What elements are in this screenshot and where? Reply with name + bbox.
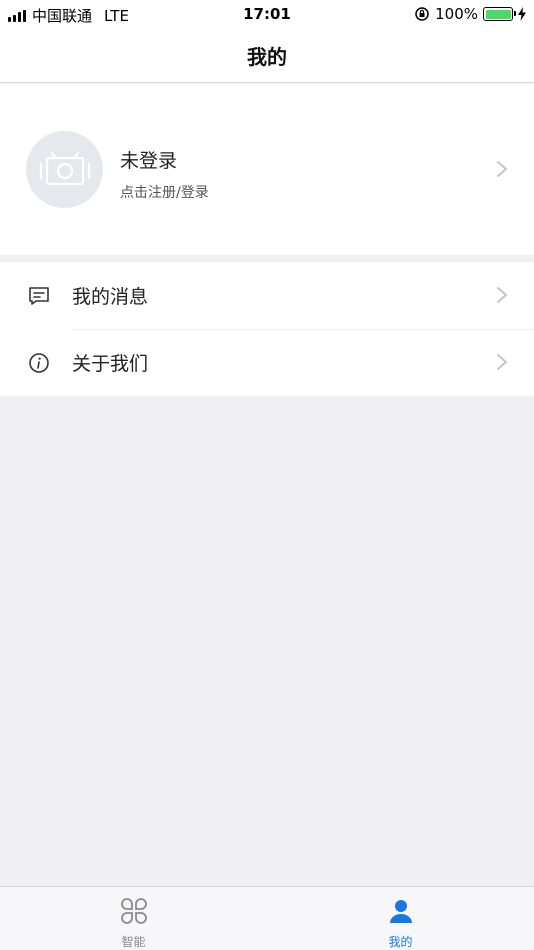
avatar[interactable] [26, 131, 103, 208]
person-icon [389, 900, 412, 923]
info-icon [29, 353, 49, 373]
nav-bar: 我的 [0, 28, 534, 83]
profile-name: 未登录 [120, 150, 178, 172]
status-right: 100% [414, 5, 526, 23]
grid-icon [120, 898, 147, 924]
battery-icon [483, 7, 516, 21]
chevron-right-icon [497, 287, 507, 303]
rotation-lock-icon [415, 7, 429, 21]
profile-login-hint[interactable]: 点击注册/登录 [120, 182, 209, 202]
status-bar: 中国联通 LTE 17:01 100% [0, 0, 534, 28]
menu-item-label: 我的消息 [72, 286, 149, 308]
page-title: 我的 [247, 44, 287, 69]
tab-label: 我的 [388, 935, 413, 949]
battery-percent: 100% [435, 5, 478, 23]
tab-mine[interactable]: 我的 [267, 887, 534, 950]
charging-icon [518, 7, 526, 21]
menu-list: 我的消息 关于我们 [0, 262, 534, 396]
camera-icon [39, 151, 90, 185]
chevron-right-icon [497, 161, 507, 177]
profile-card[interactable]: 未登录 点击注册/登录 [0, 84, 534, 255]
tab-label: 智能 [121, 935, 146, 949]
chevron-right-icon [497, 354, 507, 370]
tab-bar: 智能 我的 [0, 886, 534, 950]
menu-item-label: 关于我们 [72, 353, 149, 375]
menu-item-about[interactable]: 关于我们 [0, 329, 534, 396]
menu-item-messages[interactable]: 我的消息 [0, 262, 534, 329]
screen: 中国联通 LTE 17:01 100% 我的 未登录 点击注册/登录 我的消息 … [0, 0, 534, 950]
tab-smart[interactable]: 智能 [0, 887, 267, 950]
message-icon [29, 287, 49, 305]
